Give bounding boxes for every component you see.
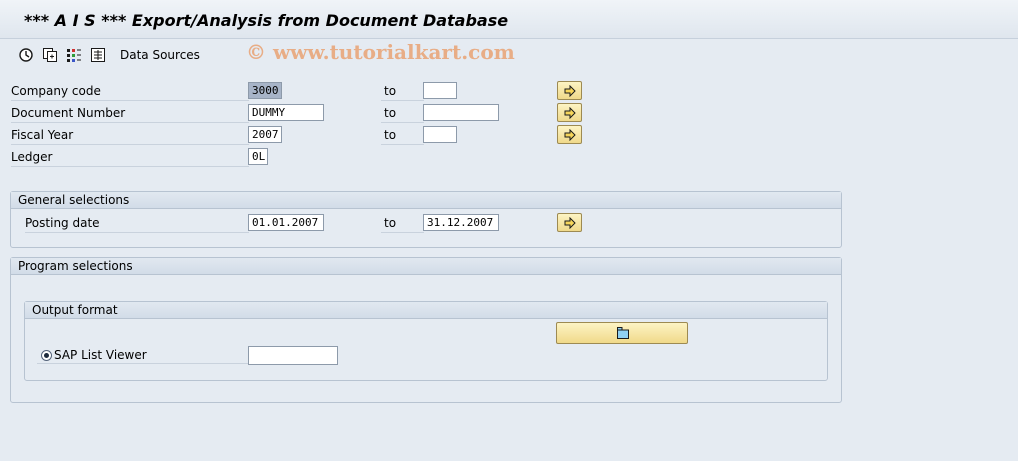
document-number-to-label: to: [381, 104, 424, 123]
layout-icon: [617, 327, 629, 339]
page-title: *** A I S *** Export/Analysis from Docum…: [24, 11, 509, 30]
arrow-right-icon: [564, 129, 576, 141]
posting-date-label: Posting date: [25, 214, 249, 233]
selection-options-icon[interactable]: [66, 47, 82, 63]
fiscal-year-multiple-selection-button[interactable]: [557, 125, 582, 144]
document-number-label: Document Number: [11, 104, 249, 123]
company-code-multiple-selection-button[interactable]: [557, 81, 582, 100]
posting-date-to-input[interactable]: 31.12.2007: [423, 214, 499, 231]
fiscal-year-to-label: to: [381, 126, 424, 145]
document-number-from-input[interactable]: DUMMY: [248, 104, 324, 121]
company-code-to-input[interactable]: [423, 82, 457, 99]
watermark: © www.tutorialkart.com: [246, 40, 515, 64]
sap-list-viewer-label[interactable]: SAP List Viewer: [37, 346, 248, 364]
fiscal-year-to-input[interactable]: [423, 126, 457, 143]
company-code-label: Company code: [11, 82, 249, 101]
company-code-to-label: to: [381, 82, 424, 101]
ledger-input[interactable]: 0L: [248, 148, 268, 165]
output-format-title: Output format: [25, 302, 827, 319]
layout-button[interactable]: [556, 322, 688, 344]
arrow-right-icon: [564, 217, 576, 229]
document-number-to-input[interactable]: [423, 104, 499, 121]
output-format-group: Output format: [24, 301, 828, 381]
copy-variant-icon[interactable]: [42, 47, 58, 63]
arrow-right-icon: [564, 85, 576, 97]
general-selections-title: General selections: [11, 192, 841, 209]
arrow-right-icon: [564, 107, 576, 119]
posting-date-multiple-selection-button[interactable]: [557, 213, 582, 232]
layout-input[interactable]: [248, 346, 338, 365]
posting-date-to-label: to: [381, 214, 424, 233]
document-number-multiple-selection-button[interactable]: [557, 103, 582, 122]
multiple-selection-icon[interactable]: [90, 47, 106, 63]
execute-icon[interactable]: [18, 47, 34, 63]
company-code-from-input[interactable]: 3000: [248, 82, 282, 99]
title-bar: *** A I S *** Export/Analysis from Docum…: [0, 0, 1018, 39]
ledger-label: Ledger: [11, 148, 249, 167]
program-selections-title: Program selections: [11, 258, 841, 275]
fiscal-year-from-input[interactable]: 2007: [248, 126, 282, 143]
data-sources-button[interactable]: Data Sources: [120, 48, 200, 62]
posting-date-from-input[interactable]: 01.01.2007: [248, 214, 324, 231]
fiscal-year-label: Fiscal Year: [11, 126, 249, 145]
